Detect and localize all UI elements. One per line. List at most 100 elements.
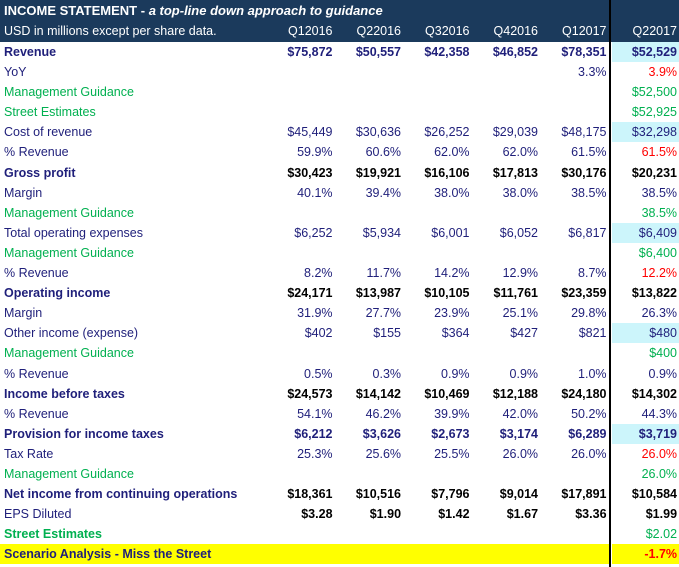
forecast-cell[interactable]: 38.5% bbox=[612, 183, 679, 203]
value-cell[interactable] bbox=[540, 203, 609, 223]
value-cell[interactable]: 60.6% bbox=[335, 142, 404, 162]
value-cell[interactable] bbox=[335, 343, 404, 363]
value-cell[interactable] bbox=[266, 524, 335, 544]
value-cell[interactable]: 26.0% bbox=[540, 444, 609, 464]
value-cell[interactable]: $10,516 bbox=[335, 484, 404, 504]
forecast-cell[interactable]: $32,298 bbox=[611, 122, 679, 143]
forecast-cell[interactable]: 0.9% bbox=[612, 364, 679, 384]
row-label[interactable]: Cost of revenue bbox=[0, 122, 266, 142]
value-cell[interactable]: 25.3% bbox=[266, 444, 335, 464]
row-label[interactable]: Other income (expense) bbox=[0, 323, 266, 343]
value-cell[interactable]: $23,359 bbox=[540, 283, 609, 303]
value-cell[interactable] bbox=[266, 243, 335, 263]
value-cell[interactable]: $78,351 bbox=[540, 42, 609, 62]
value-cell[interactable]: $3.36 bbox=[540, 504, 609, 524]
value-cell[interactable]: $42,358 bbox=[403, 42, 472, 62]
value-cell[interactable]: $155 bbox=[335, 323, 404, 343]
value-cell[interactable] bbox=[540, 102, 609, 122]
period-header[interactable]: Q32016 bbox=[403, 21, 472, 42]
value-cell[interactable]: 0.5% bbox=[266, 364, 335, 384]
value-cell[interactable]: 54.1% bbox=[266, 404, 335, 424]
row-label[interactable]: % Revenue bbox=[0, 404, 266, 424]
value-cell[interactable]: $12,188 bbox=[472, 384, 541, 404]
value-cell[interactable] bbox=[403, 524, 472, 544]
row-label[interactable]: Margin bbox=[0, 183, 266, 203]
value-cell[interactable] bbox=[472, 203, 541, 223]
value-cell[interactable]: $17,891 bbox=[540, 484, 609, 504]
forecast-cell[interactable]: $52,925 bbox=[612, 102, 679, 122]
forecast-cell[interactable]: $52,500 bbox=[612, 82, 679, 102]
value-cell[interactable]: 59.9% bbox=[266, 142, 335, 162]
forecast-cell[interactable]: -1.7% bbox=[611, 544, 679, 565]
row-label[interactable]: Margin bbox=[0, 303, 266, 323]
row-label[interactable]: Revenue bbox=[0, 42, 266, 62]
value-cell[interactable]: 61.5% bbox=[540, 142, 609, 162]
value-cell[interactable]: $3,174 bbox=[472, 424, 541, 444]
value-cell[interactable]: $14,142 bbox=[335, 384, 404, 404]
forecast-cell[interactable]: $14,302 bbox=[612, 384, 679, 404]
value-cell[interactable] bbox=[540, 544, 609, 564]
value-cell[interactable]: 40.1% bbox=[266, 183, 335, 203]
value-cell[interactable] bbox=[403, 102, 472, 122]
forecast-cell[interactable]: $20,231 bbox=[612, 163, 679, 183]
value-cell[interactable]: $29,039 bbox=[472, 122, 541, 142]
row-label[interactable]: Street Estimates bbox=[0, 102, 266, 122]
row-label[interactable]: Management Guidance bbox=[0, 343, 266, 363]
forecast-cell[interactable]: $480 bbox=[611, 323, 679, 344]
value-cell[interactable]: $5,934 bbox=[335, 223, 404, 243]
value-cell[interactable]: $6,289 bbox=[540, 424, 609, 444]
value-cell[interactable] bbox=[403, 203, 472, 223]
value-cell[interactable]: $13,987 bbox=[335, 283, 404, 303]
value-cell[interactable]: $50,557 bbox=[335, 42, 404, 62]
value-cell[interactable]: $26,252 bbox=[403, 122, 472, 142]
forecast-cell[interactable]: $10,584 bbox=[612, 484, 679, 504]
value-cell[interactable] bbox=[335, 464, 404, 484]
value-cell[interactable]: $402 bbox=[266, 323, 335, 343]
value-cell[interactable] bbox=[403, 62, 472, 82]
value-cell[interactable] bbox=[403, 343, 472, 363]
value-cell[interactable]: 50.2% bbox=[540, 404, 609, 424]
row-label[interactable]: % Revenue bbox=[0, 142, 266, 162]
row-label[interactable]: Management Guidance bbox=[0, 82, 266, 102]
value-cell[interactable]: $16,106 bbox=[403, 163, 472, 183]
value-cell[interactable]: 26.0% bbox=[472, 444, 541, 464]
value-cell[interactable]: $11,761 bbox=[472, 283, 541, 303]
forecast-cell[interactable]: 26.3% bbox=[612, 303, 679, 323]
forecast-cell[interactable]: 38.5% bbox=[612, 203, 679, 223]
row-label[interactable]: Income before taxes bbox=[0, 384, 266, 404]
value-cell[interactable]: $17,813 bbox=[472, 163, 541, 183]
value-cell[interactable]: $45,449 bbox=[266, 122, 335, 142]
value-cell[interactable]: $3,626 bbox=[335, 424, 404, 444]
value-cell[interactable]: $19,921 bbox=[335, 163, 404, 183]
value-cell[interactable] bbox=[266, 82, 335, 102]
value-cell[interactable] bbox=[403, 464, 472, 484]
value-cell[interactable]: 31.9% bbox=[266, 303, 335, 323]
value-cell[interactable] bbox=[472, 464, 541, 484]
row-label[interactable]: Street Estimates bbox=[0, 524, 266, 544]
row-label[interactable]: % Revenue bbox=[0, 263, 266, 283]
value-cell[interactable] bbox=[335, 102, 404, 122]
row-label[interactable]: Tax Rate bbox=[0, 444, 266, 464]
forecast-cell[interactable]: $3,719 bbox=[611, 423, 679, 444]
value-cell[interactable] bbox=[472, 82, 541, 102]
value-cell[interactable]: $18,361 bbox=[266, 484, 335, 504]
value-cell[interactable]: 38.0% bbox=[472, 183, 541, 203]
value-cell[interactable] bbox=[335, 82, 404, 102]
value-cell[interactable] bbox=[540, 343, 609, 363]
forecast-cell[interactable]: 12.2% bbox=[612, 263, 679, 283]
row-label[interactable]: YoY bbox=[0, 62, 266, 82]
value-cell[interactable] bbox=[335, 62, 404, 82]
forecast-cell[interactable]: 44.3% bbox=[612, 404, 679, 424]
row-label[interactable]: Operating income bbox=[0, 283, 266, 303]
value-cell[interactable]: $3.28 bbox=[266, 504, 335, 524]
value-cell[interactable]: $1.42 bbox=[403, 504, 472, 524]
forecast-cell[interactable]: $13,822 bbox=[612, 283, 679, 303]
value-cell[interactable]: 0.9% bbox=[472, 364, 541, 384]
value-cell[interactable]: $9,014 bbox=[472, 484, 541, 504]
value-cell[interactable]: $6,212 bbox=[266, 424, 335, 444]
row-label[interactable]: EPS Diluted bbox=[0, 504, 266, 524]
value-cell[interactable]: 0.3% bbox=[335, 364, 404, 384]
value-cell[interactable]: 12.9% bbox=[472, 263, 541, 283]
value-cell[interactable]: 0.9% bbox=[403, 364, 472, 384]
value-cell[interactable]: 38.0% bbox=[403, 183, 472, 203]
